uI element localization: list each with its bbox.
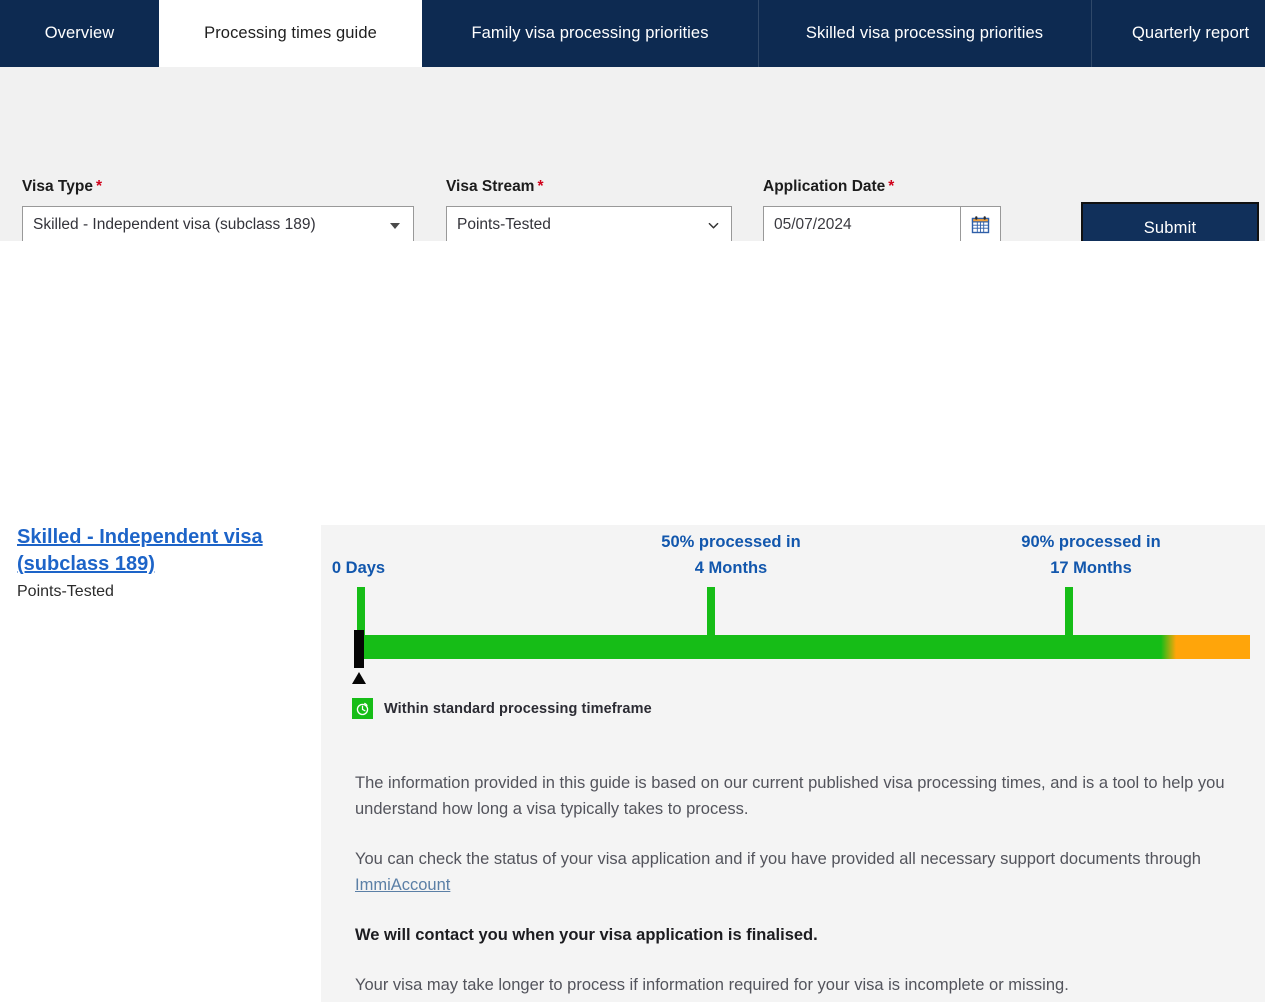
visa-summary: Skilled - Independent visa (subclass 189… xyxy=(17,524,307,602)
required-asterisk: * xyxy=(95,178,102,195)
results-area: Skilled - Independent visa (subclass 189… xyxy=(0,241,1265,1002)
guide-paragraph-3: We will contact you when your visa appli… xyxy=(355,926,818,944)
timeline-marker-label-p50: 50% processed in 4 Months xyxy=(601,529,861,581)
application-date-label: Application Date * xyxy=(763,179,1001,195)
tab-label: Skilled visa processing priorities xyxy=(805,24,1044,42)
timeline-progress-bar xyxy=(357,635,1250,659)
chevron-down-icon xyxy=(708,222,719,229)
calendar-icon xyxy=(971,216,990,234)
visa-stream-selected-value: Points-Tested xyxy=(457,215,551,233)
visa-type-select[interactable]: Skilled - Independent visa (subclass 189… xyxy=(22,205,414,244)
timeline-marker-label-p90: 90% processed in 17 Months xyxy=(961,529,1221,581)
marker-label-line2: 4 Months xyxy=(694,559,768,577)
visa-stream-select[interactable]: Points-Tested xyxy=(446,205,732,244)
immiaccount-link[interactable]: ImmiAccount xyxy=(355,876,450,894)
visa-stream-label: Visa Stream * xyxy=(446,179,732,195)
visa-type-selected-value: Skilled - Independent visa (subclass 189… xyxy=(33,215,316,233)
required-asterisk: * xyxy=(888,178,895,195)
timeline-current-position-arrow-icon xyxy=(352,672,366,684)
marker-label-line2: 17 Months xyxy=(1050,559,1132,577)
primary-tab-bar: Overview Processing times guide Family v… xyxy=(0,0,1265,67)
application-date-input-wrap xyxy=(763,205,1001,244)
visa-type-field-group: Visa Type * Skilled - Independent visa (s… xyxy=(22,179,414,244)
timeline-marker-label-start: 0 Days xyxy=(311,555,406,581)
timeline-tick-p50 xyxy=(707,587,715,635)
tab-processing-times-guide[interactable]: Processing times guide xyxy=(159,0,422,67)
triangle-down-icon xyxy=(390,222,400,229)
calendar-picker-button[interactable] xyxy=(960,205,1001,244)
visa-type-label-text: Visa Type xyxy=(22,178,93,195)
marker-label-line1: 90% processed in xyxy=(1021,533,1161,551)
visa-stream-value: Points-Tested xyxy=(17,583,114,600)
tab-quarterly-report[interactable]: Quarterly report xyxy=(1091,0,1265,67)
guide-copy: The information provided in this guide i… xyxy=(355,770,1240,998)
timeline-tick-p90 xyxy=(1065,587,1073,635)
application-date-input[interactable] xyxy=(763,205,960,244)
application-date-field-group: Application Date * xyxy=(763,179,1001,244)
tab-label: Overview xyxy=(44,24,115,42)
marker-label-line1: 0 Days xyxy=(331,559,386,577)
processing-times-panel: 0 Days 50% processed in 4 Months 90% pro… xyxy=(321,525,1265,1002)
filter-form-band: Visa Type * Skilled - Independent visa (s… xyxy=(0,67,1265,254)
tab-label: Quarterly report xyxy=(1132,24,1250,42)
guide-paragraph-2-text: You can check the status of your visa ap… xyxy=(355,850,1201,868)
tab-label: Processing times guide xyxy=(204,24,377,42)
chart-legend: Within standard processing timeframe xyxy=(352,698,652,719)
visa-type-label: Visa Type * xyxy=(22,179,414,195)
tab-label: Family visa processing priorities xyxy=(471,24,709,42)
visa-name-link[interactable]: Skilled - Independent visa (subclass 189… xyxy=(17,526,263,575)
timeline-current-position-marker xyxy=(354,630,364,668)
tab-skilled-visa-processing-priorities[interactable]: Skilled visa processing priorities xyxy=(758,0,1091,67)
processing-timeline-chart: 0 Days 50% processed in 4 Months 90% pro… xyxy=(321,525,1265,700)
stopwatch-icon xyxy=(352,698,373,719)
tab-overview[interactable]: Overview xyxy=(0,0,159,67)
application-date-label-text: Application Date xyxy=(763,178,886,195)
guide-paragraph-2: You can check the status of your visa ap… xyxy=(355,846,1240,898)
marker-label-line1: 50% processed in xyxy=(661,533,801,551)
guide-paragraph-1: The information provided in this guide i… xyxy=(355,774,1225,818)
visa-stream-field-group: Visa Stream * Points-Tested xyxy=(446,179,732,244)
chart-legend-label: Within standard processing timeframe xyxy=(384,700,652,717)
timeline-tick-start xyxy=(357,587,365,635)
visa-stream-label-text: Visa Stream xyxy=(446,178,535,195)
required-asterisk: * xyxy=(537,178,544,195)
tab-family-visa-processing-priorities[interactable]: Family visa processing priorities xyxy=(422,0,758,67)
guide-paragraph-4: Your visa may take longer to process if … xyxy=(355,976,1069,994)
